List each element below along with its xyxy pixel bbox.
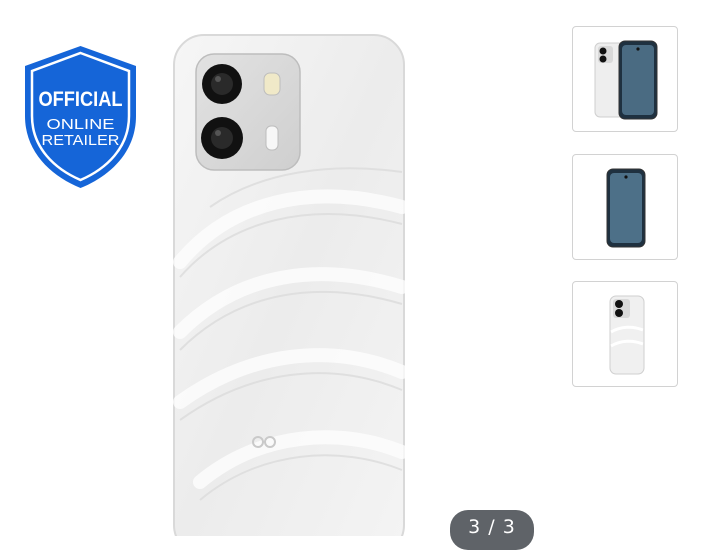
phone-front-icon bbox=[606, 168, 646, 248]
badge-line-3: RETAILER bbox=[42, 132, 120, 149]
image-counter: 3 / 3 bbox=[450, 510, 534, 550]
badge-line-1: OFFICIAL bbox=[39, 88, 123, 111]
product-gallery: OFFICIAL ONLINE RETAILER 3 / 3 bbox=[0, 0, 718, 550]
main-product-image[interactable] bbox=[170, 32, 408, 536]
official-retailer-badge: OFFICIAL ONLINE RETAILER bbox=[22, 44, 139, 190]
badge-line-2: ONLINE bbox=[47, 116, 115, 133]
shield-icon: OFFICIAL ONLINE RETAILER bbox=[25, 46, 136, 188]
phone-back-image bbox=[173, 34, 408, 536]
phone-front-and-back-icon bbox=[594, 40, 658, 120]
thumbnail-3[interactable] bbox=[572, 281, 678, 387]
phone-back-icon bbox=[609, 295, 645, 375]
thumbnail-2[interactable] bbox=[572, 154, 678, 260]
thumbnail-1[interactable] bbox=[572, 26, 678, 132]
